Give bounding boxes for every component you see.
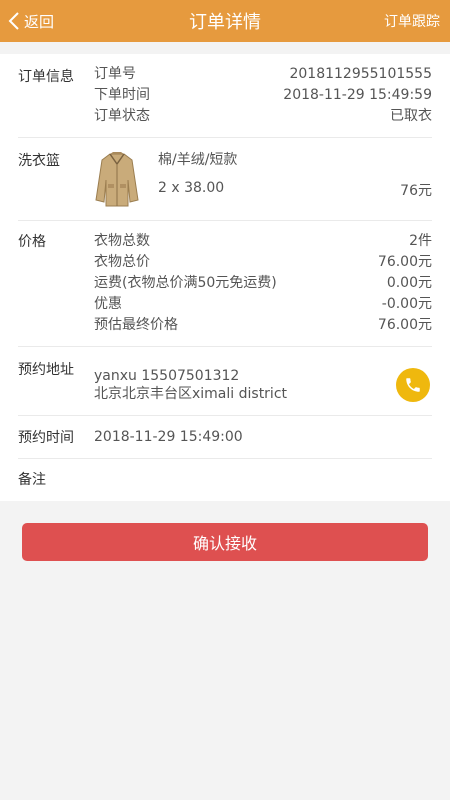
phone-icon — [406, 378, 420, 392]
order-time-row: 下单时间 2018-11-29 15:49:59 — [94, 85, 432, 106]
order-time-key: 下单时间 — [94, 87, 150, 103]
appointment-time-value: 2018-11-29 15:49:00 — [94, 429, 243, 445]
price-row: 运费(衣物总价满50元免运费) 0.00元 — [94, 273, 432, 294]
address-detail: 北京北京丰台区ximali district — [94, 386, 288, 402]
estimated-total-key: 预估最终价格 — [94, 317, 178, 333]
appointment-time-section: 预约时间 2018-11-29 15:49:00 — [18, 416, 432, 459]
order-status-value: 已取衣 — [390, 108, 432, 124]
item-qty-price: 2 x 38.00 — [158, 180, 225, 196]
order-status-key: 订单状态 — [94, 108, 150, 124]
order-detail-card: 订单信息 订单号 2018112955101555 下单时间 2018-11-2… — [0, 54, 450, 501]
item-name: 棉/羊绒/短款 — [158, 152, 238, 168]
order-tracking-button[interactable]: 订单跟踪 — [384, 0, 440, 42]
item-subtotal-value: 76.00元 — [377, 254, 432, 270]
chevron-left-icon — [8, 12, 19, 30]
price-row: 优惠 -0.00元 — [94, 294, 432, 315]
laundry-basket-section: 洗衣篮 棉/羊绒/短款 2 x 38.00 76元 — [18, 138, 432, 221]
order-number-key: 订单号 — [94, 66, 136, 82]
address-contact: yanxu 15507501312 — [94, 368, 240, 384]
discount-value: -0.00元 — [381, 296, 432, 312]
laundry-basket-label: 洗衣篮 — [18, 153, 60, 169]
address-section: 预约地址 yanxu 15507501312 北京北京丰台区ximali dis… — [18, 347, 432, 416]
spacer — [0, 42, 450, 54]
call-button[interactable] — [396, 368, 430, 402]
coat-thumbnail-icon — [95, 152, 139, 207]
order-info-section: 订单信息 订单号 2018112955101555 下单时间 2018-11-2… — [18, 54, 432, 138]
discount-key: 优惠 — [94, 296, 122, 312]
back-label: 返回 — [24, 12, 55, 31]
note-label: 备注 — [18, 472, 46, 488]
order-status-row: 订单状态 已取衣 — [94, 106, 432, 127]
item-count-key: 衣物总数 — [94, 233, 150, 249]
confirm-wrapper: 确认接收 — [0, 501, 450, 561]
order-number-value: 2018112955101555 — [289, 66, 432, 82]
price-row: 衣物总数 2件 — [94, 231, 432, 252]
item-subtotal-key: 衣物总价 — [94, 254, 150, 270]
price-row: 衣物总价 76.00元 — [94, 252, 432, 273]
appointment-time-label: 预约时间 — [18, 430, 74, 446]
top-bar: 返回 订单详情 订单跟踪 — [0, 0, 450, 42]
price-row: 预估最终价格 76.00元 — [94, 315, 432, 336]
price-label: 价格 — [18, 234, 46, 250]
shipping-key: 运费(衣物总价满50元免运费) — [94, 275, 277, 291]
price-section: 价格 衣物总数 2件 衣物总价 76.00元 运费(衣物总价满50元免运费) 0… — [18, 221, 432, 347]
page-title: 订单详情 — [189, 12, 261, 33]
shipping-value: 0.00元 — [386, 275, 432, 291]
note-value — [94, 469, 432, 489]
estimated-total-value: 76.00元 — [377, 317, 432, 333]
back-button[interactable]: 返回 — [8, 0, 54, 42]
order-info-label: 订单信息 — [18, 69, 74, 85]
item-total: 76元 — [400, 183, 432, 199]
note-section: 备注 — [18, 459, 432, 501]
address-label: 预约地址 — [18, 362, 74, 378]
item-count-value: 2件 — [409, 233, 432, 249]
order-number-row: 订单号 2018112955101555 — [94, 64, 432, 85]
order-time-value: 2018-11-29 15:49:59 — [283, 87, 432, 103]
basket-item[interactable]: 棉/羊绒/短款 2 x 38.00 76元 — [94, 150, 432, 208]
confirm-receive-button[interactable]: 确认接收 — [22, 523, 428, 561]
